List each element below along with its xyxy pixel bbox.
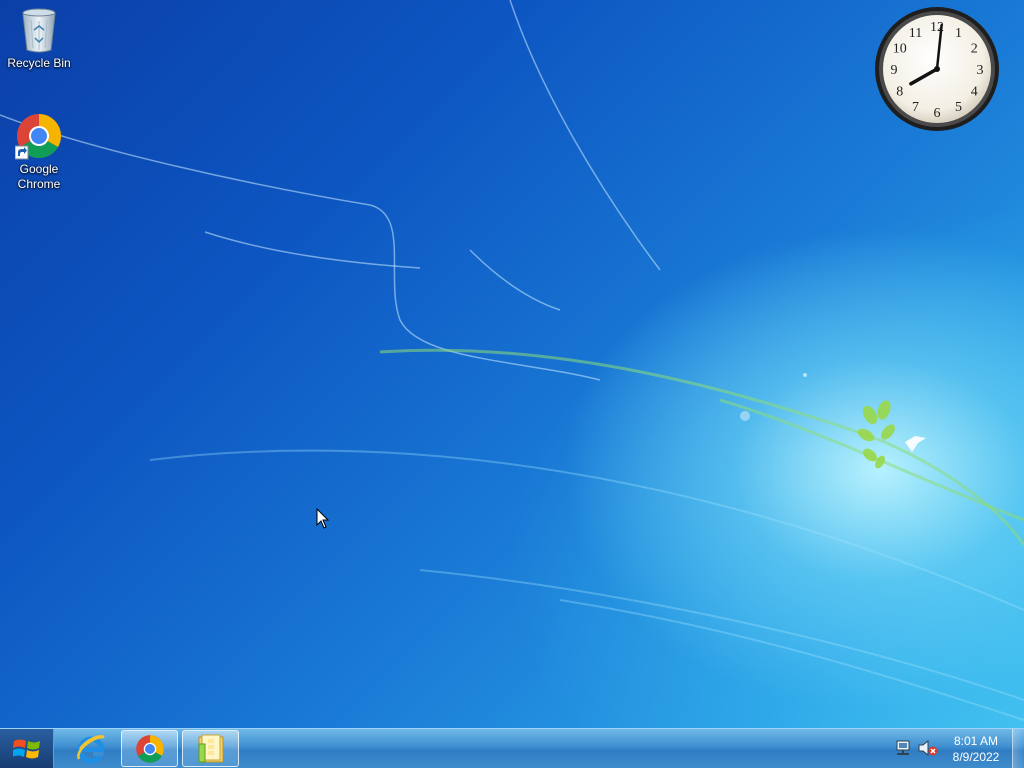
clock-numeral: 2 <box>971 42 978 57</box>
shortcut-arrow-icon <box>15 145 29 160</box>
analog-clock: 12 1234567891011 <box>875 7 999 131</box>
clock-numeral: 4 <box>971 85 978 100</box>
bird-shape <box>905 436 926 452</box>
file-explorer-icon <box>198 734 224 763</box>
taskbar-date: 8/9/2022 <box>952 750 1000 764</box>
clock-numeral: 7 <box>912 100 919 115</box>
clock-numeral: 5 <box>955 100 962 115</box>
taskbar: 8:01 AM 8/9/2022 <box>0 728 1024 768</box>
mouse-cursor-icon <box>316 508 330 529</box>
recycle-bin-shortcut[interactable]: Recycle Bin <box>1 6 77 71</box>
taskbar-file-explorer-button[interactable] <box>182 730 239 767</box>
chrome-shortcut-label: Google Chrome <box>17 162 61 191</box>
clock-numeral: 8 <box>896 85 903 100</box>
chrome-shortcut[interactable]: Google Chrome <box>1 112 77 192</box>
clock-numeral: 1 <box>955 26 962 41</box>
taskbar-time: 8:01 AM <box>953 734 999 748</box>
taskbar-chrome-button[interactable] <box>121 730 178 767</box>
internet-explorer-icon <box>77 735 105 764</box>
volume-muted-icon[interactable] <box>918 740 938 756</box>
clock-numeral: 9 <box>891 63 898 78</box>
wallpaper <box>0 0 1024 721</box>
clock-gadget[interactable]: 12 1 2 3 4 5 6 7 8 9 10 11 <box>874 6 1000 132</box>
clock-numeral: 10 <box>893 42 907 57</box>
taskbar-clock[interactable]: 8:01 AM 8/9/2022 <box>946 733 1006 765</box>
start-button[interactable] <box>0 729 54 768</box>
clock-numeral: 3 <box>977 63 984 78</box>
clock-numeral: 11 <box>909 26 922 41</box>
show-desktop-button[interactable] <box>1012 729 1024 768</box>
network-icon[interactable] <box>894 740 912 756</box>
taskbar-internet-explorer-button[interactable] <box>62 730 119 767</box>
clock-numeral: 6 <box>934 106 941 121</box>
desktop[interactable]: Recycle Bin Google Chrome 12 1 2 3 4 5 6… <box>0 0 1024 728</box>
chrome-icon <box>136 735 164 763</box>
chrome-icon <box>15 114 61 160</box>
recycle-bin-icon <box>22 8 56 53</box>
system-tray: 8:01 AM 8/9/2022 <box>884 729 1024 768</box>
windows-logo-icon <box>13 739 40 759</box>
recycle-bin-label: Recycle Bin <box>7 56 71 70</box>
